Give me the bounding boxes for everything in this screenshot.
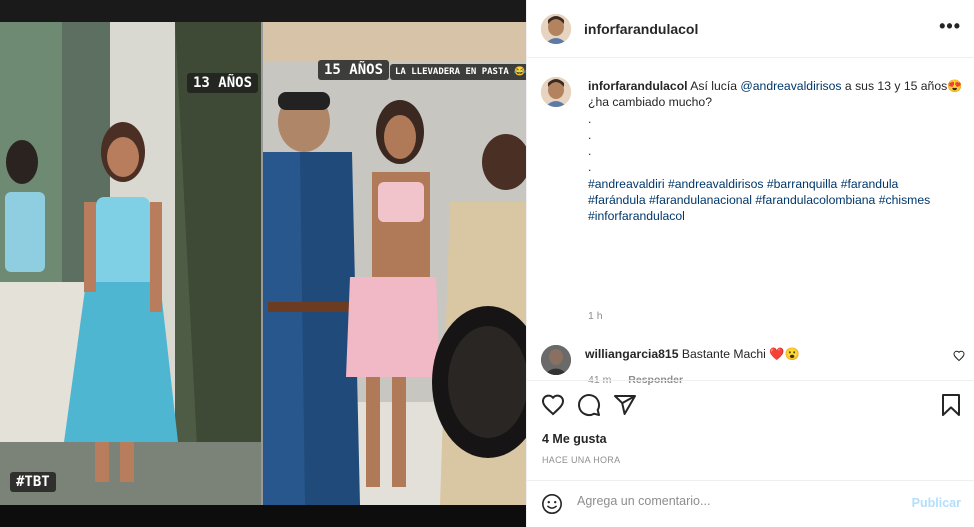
sticker-13-anos: 13 AÑOS bbox=[187, 73, 259, 93]
publish-button[interactable]: Publicar bbox=[912, 496, 961, 510]
hashtag[interactable]: #andreavaldiri bbox=[588, 177, 665, 191]
small-heart-icon[interactable] bbox=[953, 350, 965, 362]
add-comment-bar: Publicar bbox=[527, 480, 974, 527]
sticker-llevadera: LA LLEVADERA EN PASTA 😂😂 bbox=[390, 64, 526, 80]
author-avatar[interactable] bbox=[541, 14, 571, 44]
hashtag[interactable]: #inforfarandulacol bbox=[588, 209, 685, 223]
post-timestamp: HACE UNA HORA bbox=[542, 455, 621, 465]
author-username[interactable]: inforfarandulacol bbox=[584, 21, 698, 37]
caption-mention[interactable]: @andreavaldirisos bbox=[740, 79, 841, 93]
emoji-icon[interactable] bbox=[541, 493, 563, 515]
hashtag[interactable]: #barranquilla bbox=[767, 177, 837, 191]
caption-dots: . . . . bbox=[588, 111, 963, 176]
share-icon[interactable] bbox=[613, 393, 637, 417]
caption-text: inforfarandulacol Así lucía @andreavaldi… bbox=[588, 78, 963, 225]
caption-dot: . bbox=[588, 127, 592, 142]
caption-avatar[interactable] bbox=[541, 77, 571, 107]
post-side-panel: inforfarandulacol ••• inforfarandulacol … bbox=[526, 0, 974, 527]
comment-input[interactable] bbox=[577, 494, 877, 508]
heart-icon[interactable] bbox=[541, 393, 565, 417]
comment-icon[interactable] bbox=[577, 393, 601, 417]
hashtag[interactable]: #chismes bbox=[879, 193, 930, 207]
commenter-username[interactable]: williangarcia815 bbox=[585, 347, 679, 361]
caption-section: inforfarandulacol Así lucía @andreavaldi… bbox=[527, 58, 974, 386]
caption-time[interactable]: 1 h bbox=[588, 310, 603, 322]
avatar-image bbox=[541, 345, 571, 375]
hashtag[interactable]: #andreavaldirisos bbox=[668, 177, 764, 191]
sticker-15-anos: 15 AÑOS bbox=[318, 60, 390, 80]
caption-question: ¿ha cambiado mucho? bbox=[588, 95, 712, 110]
avatar-image bbox=[541, 14, 571, 44]
post-image[interactable]: 13 AÑOS 15 AÑOS LA LLEVADERA EN PASTA 😂😂… bbox=[0, 0, 526, 527]
hashtag[interactable]: #farandulanacional bbox=[649, 193, 752, 207]
caption-part: a sus 13 y 15 años😍 bbox=[841, 79, 963, 93]
avatar-image bbox=[541, 77, 571, 107]
hashtag[interactable]: #farandulacolombiana bbox=[755, 193, 875, 207]
likes-count[interactable]: 4 Me gusta bbox=[542, 432, 607, 446]
more-options-icon[interactable]: ••• bbox=[939, 16, 961, 37]
hashtag[interactable]: #farándula bbox=[588, 193, 646, 207]
comment-text: williangarcia815 Bastante Machi ❤️😮 bbox=[585, 347, 800, 361]
post-actions: 4 Me gusta HACE UNA HORA bbox=[527, 380, 974, 481]
hashtag[interactable]: #farandula bbox=[841, 177, 899, 191]
photo-bottom-edge bbox=[0, 505, 526, 527]
comment-body: Bastante Machi ❤️😮 bbox=[678, 347, 800, 361]
caption-dot: . bbox=[588, 160, 592, 175]
bookmark-icon[interactable] bbox=[939, 393, 963, 417]
collage-photo bbox=[0, 22, 526, 505]
photo-top-edge bbox=[0, 0, 526, 22]
caption-author[interactable]: inforfarandulacol bbox=[588, 79, 688, 93]
caption-part: Así lucía bbox=[687, 79, 741, 93]
hashtag-list: #andreavaldiri #andreavaldirisos #barran… bbox=[588, 176, 963, 225]
sticker-tbt: #TBT bbox=[10, 472, 56, 492]
commenter-avatar[interactable] bbox=[541, 345, 571, 375]
caption-dot: . bbox=[588, 111, 592, 126]
caption-dot: . bbox=[588, 144, 592, 159]
post-header: inforfarandulacol ••• bbox=[527, 0, 974, 58]
